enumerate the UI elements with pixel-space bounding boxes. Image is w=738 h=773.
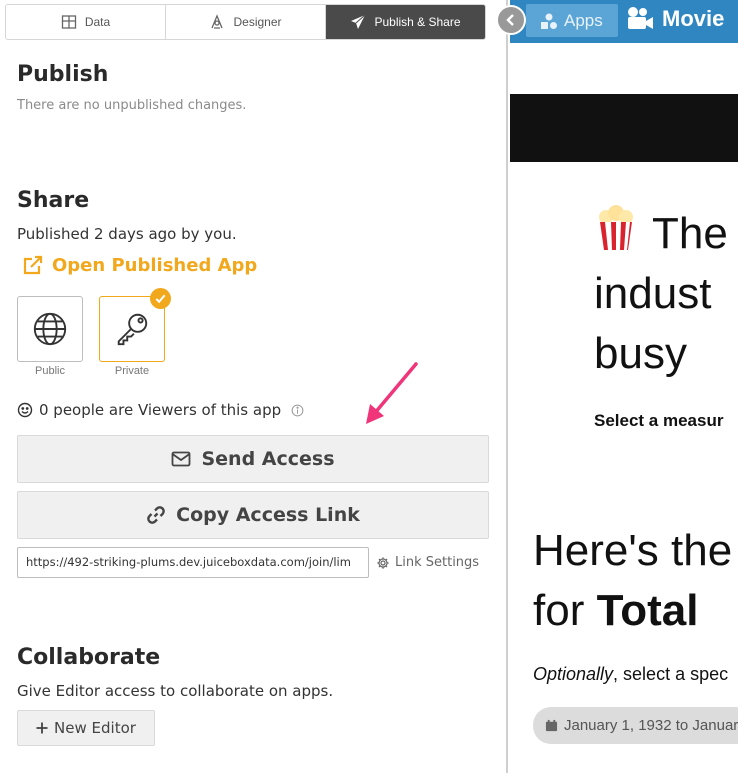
access-option-private-label: Private [114,365,150,377]
link-settings-label: Link Settings [395,555,480,570]
publish-heading: Publish [17,62,109,87]
chevron-left-icon [506,14,514,26]
hero-line-3: busy [594,329,687,378]
gear-icon [377,556,389,569]
movie-camera-icon [628,7,653,29]
tab-designer[interactable]: Designer [166,5,326,39]
tab-publish-share-label: Publish & Share [374,15,461,29]
publish-share-panel: Data Designer Publish & Share Publish Th… [0,0,508,773]
external-link-icon [23,255,43,275]
designer-icon [211,14,224,29]
app-title-text: Movie [662,6,725,31]
tab-designer-label: Designer [233,15,282,29]
open-published-app-link[interactable]: Open Published App [22,254,257,276]
apps-label: Apps [564,10,603,30]
app-title: Movie [626,6,724,32]
collaborate-description: Give Editor access to collaborate on app… [17,682,334,700]
optional-rest: , select a spec [613,664,729,684]
info-icon[interactable] [291,404,304,417]
globe-icon [33,312,67,346]
hero-line-2: indust [594,269,712,318]
apps-button[interactable]: Apps [526,4,618,37]
tab-bar: Data Designer Publish & Share [5,4,486,40]
app-preview: Apps Movie The indust busy Select a meas… [510,0,738,773]
popcorn-icon [599,205,633,250]
publish-status: There are no unpublished changes. [17,98,247,113]
collaborate-heading: Collaborate [17,645,161,670]
smiley-icon [17,402,33,418]
link-icon [147,506,165,524]
shapes-icon [541,13,557,29]
preview-topbar: Apps Movie [510,0,738,43]
tab-publish-share[interactable]: Publish & Share [326,5,485,39]
optional-filter-prompt: Optionally, select a spec [533,664,728,685]
heres-line-1: Here's the [533,526,733,575]
plus-icon [36,722,48,734]
collapse-panel-button[interactable] [496,5,526,35]
send-access-label: Send Access [201,448,335,470]
annotation-arrow-icon [366,362,418,424]
access-link-field[interactable]: https://492-striking-plums.dev.juiceboxd… [17,547,369,578]
new-editor-button[interactable]: New Editor [17,710,155,746]
published-info: Published 2 days ago by you. [17,225,237,243]
optional-italic: Optionally [533,664,614,684]
tab-data[interactable]: Data [6,5,166,39]
table-icon [61,15,76,29]
new-editor-label: New Editor [54,719,136,737]
app-root: Data Designer Publish & Share Publish Th… [0,0,738,773]
preview-banner [510,94,738,162]
envelope-icon [172,451,191,467]
date-range-text: January 1, 1932 to Januar [564,717,738,734]
access-option-public-label: Public [35,365,65,377]
heres-bold-metric: Total [596,586,699,635]
select-measure-prompt: Select a measur [594,411,724,430]
key-icon [117,313,148,346]
tab-data-label: Data [84,15,111,29]
viewers-text: 0 people are Viewers of this app [39,401,282,419]
copy-access-link-button[interactable]: Copy Access Link [17,491,489,539]
preview-hero-heading: The indust busy [594,204,728,384]
link-settings-button[interactable]: Link Settings [376,555,479,570]
heres-line-2: for [533,586,597,635]
selected-check-icon [150,288,171,309]
date-range-filter[interactable]: January 1, 1932 to Januar [533,707,738,744]
preview-section-heading: Here's the for Total [533,521,732,641]
access-option-public[interactable] [17,296,83,362]
hero-line-1: The [652,209,728,258]
share-heading: Share [17,188,90,213]
open-published-app-label: Open Published App [52,254,258,276]
send-access-button[interactable]: Send Access [17,435,489,483]
copy-access-link-label: Copy Access Link [176,504,360,526]
paper-plane-icon [351,14,366,29]
viewers-count: 0 people are Viewers of this app [17,401,304,419]
calendar-icon [545,719,558,732]
